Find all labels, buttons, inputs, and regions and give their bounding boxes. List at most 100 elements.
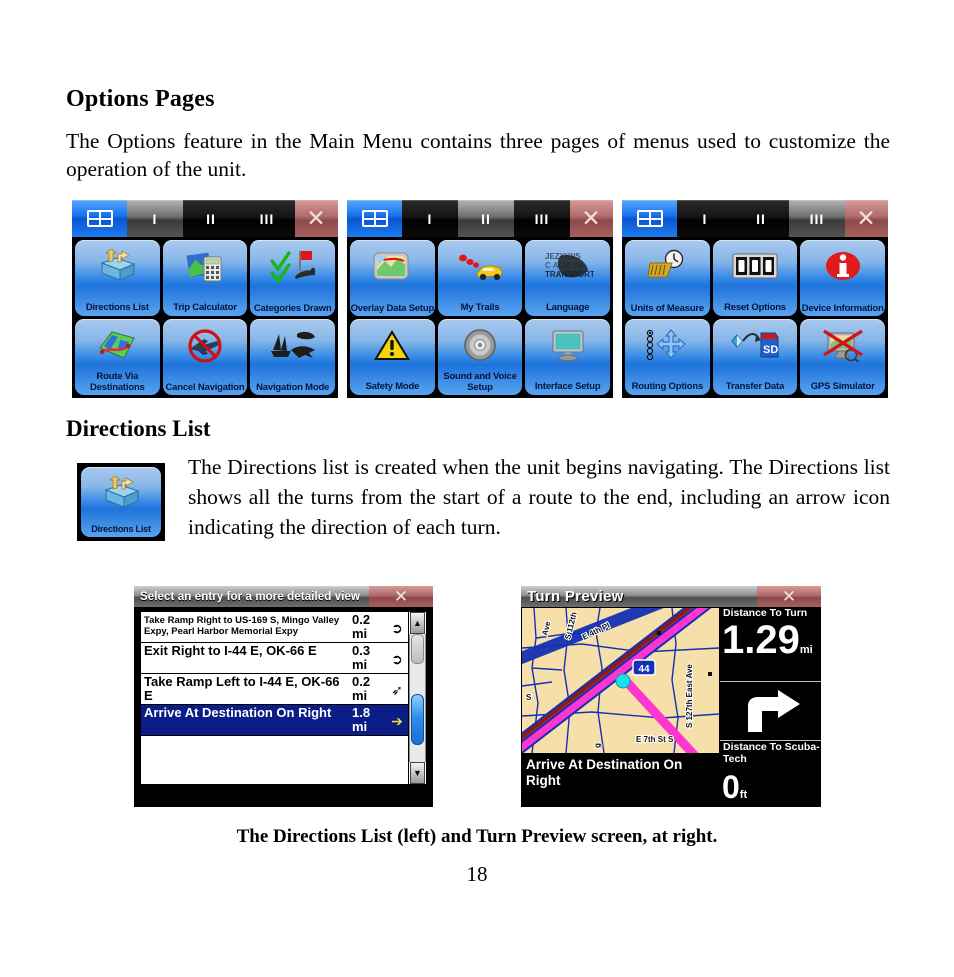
tab-iii[interactable]: III: [514, 200, 570, 237]
tile-label: Directions List: [85, 301, 149, 313]
tile-routing-options[interactable]: Routing Options: [625, 319, 710, 395]
tile-gps-simulator[interactable]: GPS Simulator: [800, 319, 885, 395]
gps-simulator-icon: [800, 323, 885, 367]
tile-route-via-destinations[interactable]: Route Via Destinations: [75, 319, 160, 395]
tab-i[interactable]: I: [402, 200, 458, 237]
figure-caption: The Directions List (left) and Turn Prev…: [236, 826, 718, 847]
tile-cancel-navigation[interactable]: Cancel Navigation: [162, 319, 248, 395]
tab-i[interactable]: I: [677, 200, 733, 237]
tile-sound-and-voice-setup[interactable]: Sound and Voice Setup: [437, 319, 523, 395]
map-view[interactable]: 44 Ave S 112th E 4th Pl S E 7th St S S 1…: [522, 608, 719, 753]
scroll-down-icon[interactable]: ▼: [410, 762, 425, 784]
turn-slight-left-arrow-icon: ➶: [391, 684, 403, 699]
tile-label: Trip Calculator: [173, 301, 237, 313]
close-icon[interactable]: ✕: [845, 200, 888, 237]
tab-ii[interactable]: II: [183, 200, 239, 237]
tile-label: Categories Drawn: [253, 302, 332, 314]
distance-to-turn-cell: Distance To Turn 1.29 mi: [721, 607, 820, 680]
tab-i[interactable]: I: [127, 200, 183, 237]
info-pane: Distance To Turn 1.29 mi Distance To Scu…: [720, 607, 821, 807]
trip-calculator-icon: [163, 244, 248, 288]
direction-text: Take Ramp Right to US-169 S, Mingo Valle…: [144, 615, 340, 637]
units-of-measure-icon: [625, 244, 710, 288]
tile-overlay-data-setup[interactable]: Overlay Data Setup: [350, 240, 435, 316]
close-icon[interactable]: ✕: [369, 586, 433, 607]
screen-title: Turn Preview: [527, 588, 624, 605]
tile-directions-list-inline[interactable]: Directions List: [81, 467, 161, 537]
list-item[interactable]: Take Ramp Right to US-169 S, Mingo Valle…: [141, 612, 408, 643]
tile-label: Safety Mode: [365, 380, 420, 392]
close-icon[interactable]: ✕: [757, 586, 821, 607]
list-item[interactable]: Exit Right to I-44 E, OK-66 E 0.3 mi ➲: [141, 643, 408, 674]
tab-ii[interactable]: II: [733, 200, 789, 237]
tile-device-information[interactable]: Device Information: [800, 240, 885, 316]
tile-units-of-measure[interactable]: Units of Measure: [625, 240, 710, 316]
tab-ii[interactable]: II: [458, 200, 514, 237]
svg-text:g: g: [593, 743, 602, 748]
tile-navigation-mode[interactable]: Navigation Mode: [250, 319, 335, 395]
reset-options-icon: [713, 244, 798, 288]
grid-icon[interactable]: [72, 200, 127, 237]
tile-directions-list[interactable]: Directions List: [75, 240, 160, 316]
scrollbar-upper-block: [411, 634, 424, 665]
intro-paragraph: The Options feature in the Main Menu con…: [66, 129, 890, 181]
categories-drawn-icon: [250, 244, 335, 288]
tile-label: Sound and Voice Setup: [443, 371, 517, 393]
grid-icon[interactable]: [622, 200, 677, 237]
turn-right-arrow-icon: [747, 690, 800, 732]
screen-title: Select an entry for a more detailed view: [140, 590, 361, 603]
turn-slight-arrow-icon: ➲: [391, 622, 403, 637]
tile-language[interactable]: JEZYKI/S C ACIE IU TRANSPORT Language: [525, 240, 610, 316]
distance-to-turn-value: 1.29: [722, 617, 800, 662]
directions-list-icon: [81, 471, 161, 515]
tile-interface-setup[interactable]: Interface Setup: [525, 319, 610, 395]
tile-my-trails[interactable]: My Trails: [437, 240, 523, 316]
directions-list-screenshot: Select an entry for a more detailed view…: [134, 586, 433, 807]
tab-iii[interactable]: III: [239, 200, 295, 237]
tile-trip-calculator[interactable]: Trip Calculator: [162, 240, 248, 316]
tile-transfer-data[interactable]: SD Transfer Data: [712, 319, 798, 395]
scrollbar-thumb[interactable]: [411, 694, 424, 745]
tile-label: Transfer Data: [725, 380, 785, 392]
list-item-empty: [141, 736, 408, 760]
toolbar: I II III ✕: [622, 200, 888, 237]
distance-to-destination-unit: ft: [739, 789, 748, 801]
directions-list: Take Ramp Right to US-169 S, Mingo Valle…: [140, 611, 427, 785]
destination-banner: Arrive At Destination On Right: [522, 754, 719, 798]
tile-categories-drawn[interactable]: Categories Drawn: [250, 240, 335, 316]
route-via-destinations-icon: [75, 323, 160, 367]
transfer-data-icon: SD: [713, 323, 798, 367]
list-item[interactable]: Arrive At Destination On Right 1.8 mi ➔: [141, 705, 408, 736]
tile-label: Reset Options: [724, 301, 786, 313]
tile-label: Device Information: [801, 302, 884, 314]
tile-label: Cancel Navigation: [165, 381, 245, 393]
list-item[interactable]: Take Ramp Left to I-44 E, OK-66 E 0.2 mi…: [141, 674, 408, 705]
tile-reset-options[interactable]: Reset Options: [712, 240, 798, 316]
device-information-icon: [800, 244, 885, 288]
tab-iii[interactable]: III: [789, 200, 845, 237]
scrollbar-track[interactable]: [409, 634, 426, 762]
tile-label: Overlay Data Setup: [350, 302, 435, 314]
direction-distance: 0.2 mi: [352, 612, 371, 641]
distance-to-destination-value: 0: [722, 769, 740, 805]
direction-distance: 1.8 mi: [352, 705, 371, 734]
scrollbar[interactable]: ▲ ▼: [408, 612, 426, 784]
options-page-3: I II III ✕ Units of Measure Reset Option…: [622, 200, 888, 398]
direction-text: Take Ramp Left to I-44 E, OK-66 E: [144, 674, 340, 703]
tile-label: GPS Simulator: [810, 380, 875, 392]
tile-safety-mode[interactable]: Safety Mode: [350, 319, 435, 395]
toolbar: I II III ✕: [72, 200, 338, 237]
turn-slight-arrow-icon: ➲: [391, 653, 403, 668]
subsection-title: Directions List: [66, 416, 211, 441]
overlay-data-setup-icon: [350, 244, 435, 288]
toolbar: I II III ✕: [347, 200, 613, 237]
tile-grid: Units of Measure Reset Options Device In…: [622, 237, 888, 398]
close-icon[interactable]: ✕: [570, 200, 613, 237]
direction-distance: 0.2 mi: [352, 674, 371, 703]
direction-text: Exit Right to I-44 E, OK-66 E: [144, 643, 317, 658]
options-panels-figure: I II III ✕ Directions List Trip Calculat…: [72, 200, 890, 398]
close-icon[interactable]: ✕: [295, 200, 338, 237]
grid-icon[interactable]: [347, 200, 402, 237]
language-icon: JEZYKI/S C ACIE IU TRANSPORT: [525, 244, 610, 288]
scroll-up-icon[interactable]: ▲: [410, 612, 425, 634]
